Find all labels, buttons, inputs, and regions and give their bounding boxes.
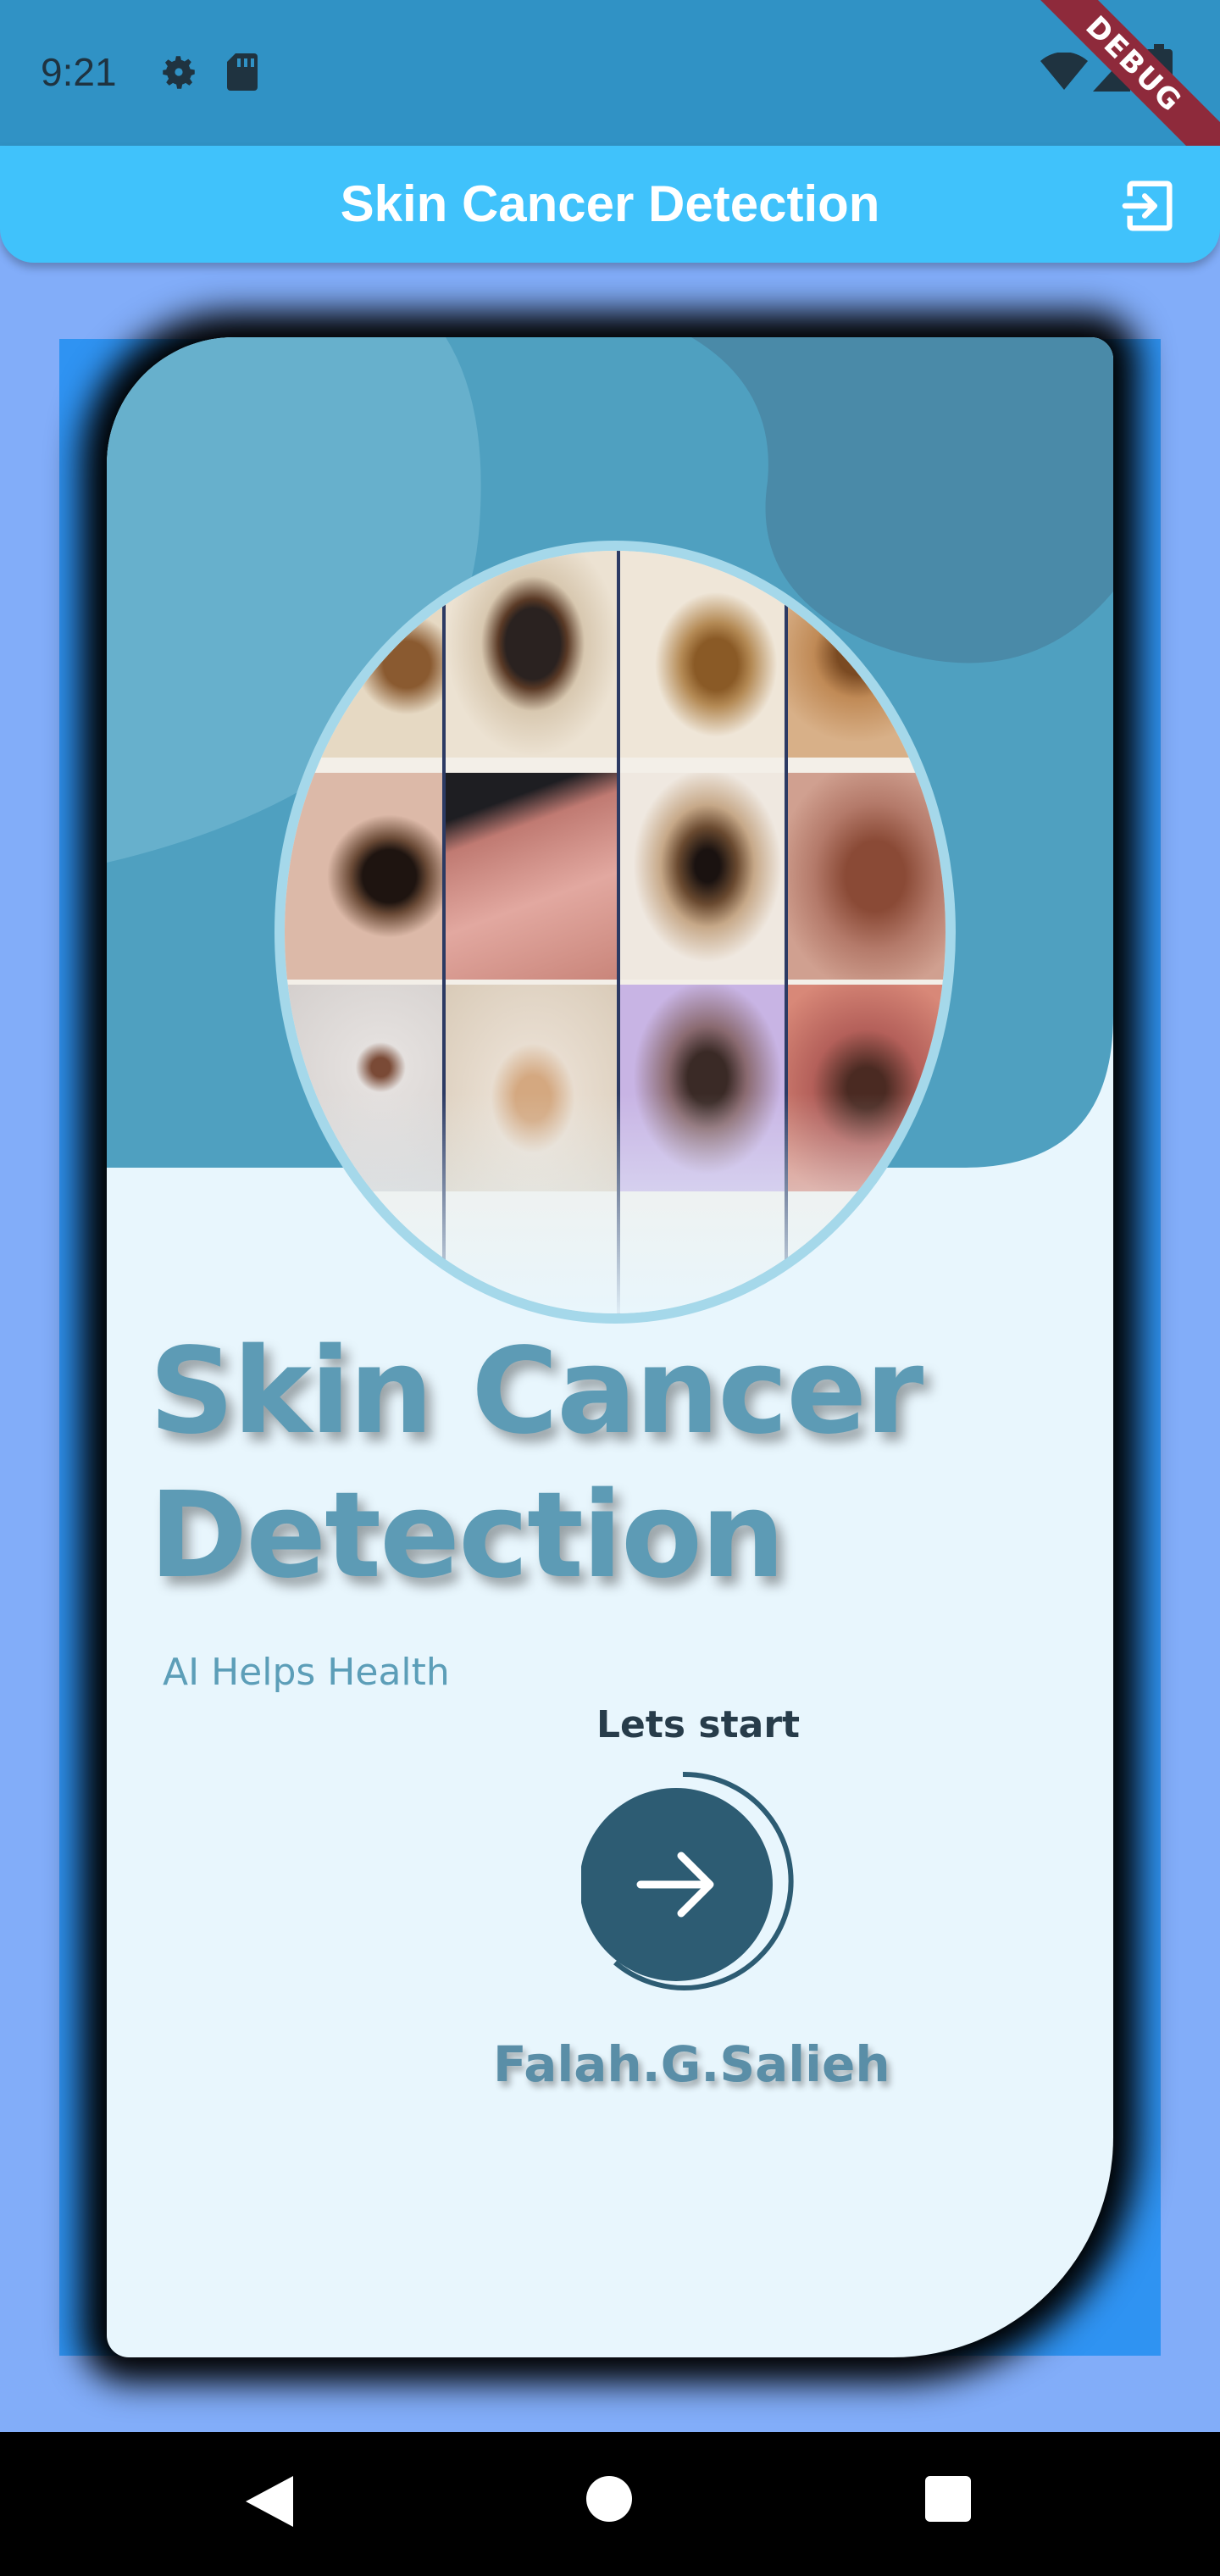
gear-icon xyxy=(163,56,195,89)
navigation-bar xyxy=(0,2432,1220,2576)
start-button[interactable] xyxy=(581,1771,801,1991)
status-time: 9:21 xyxy=(41,50,117,94)
author-name: Falah.G.Salieh xyxy=(493,2035,890,2093)
app-bar: Skin Cancer Detection xyxy=(0,146,1220,263)
app-bar-title: Skin Cancer Detection xyxy=(340,175,880,232)
tagline: AI Helps Health xyxy=(163,1651,450,1694)
home-circle-icon[interactable] xyxy=(586,2476,632,2522)
wifi-icon xyxy=(1040,53,1088,90)
recents-square-icon[interactable] xyxy=(925,2476,971,2522)
welcome-card: Skin Cancer Detection AI Helps Health Let… xyxy=(107,337,1113,2357)
back-triangle-icon[interactable] xyxy=(246,2476,293,2527)
skin-lesion-gallery xyxy=(285,551,946,1313)
logout-icon[interactable] xyxy=(1120,176,1179,236)
hero-title: Skin Cancer Detection xyxy=(149,1323,923,1605)
sd-card-icon xyxy=(227,53,258,91)
status-bar: 9:21 DEBUG xyxy=(0,0,1220,187)
lets-start-label: Lets start xyxy=(596,1703,801,1746)
